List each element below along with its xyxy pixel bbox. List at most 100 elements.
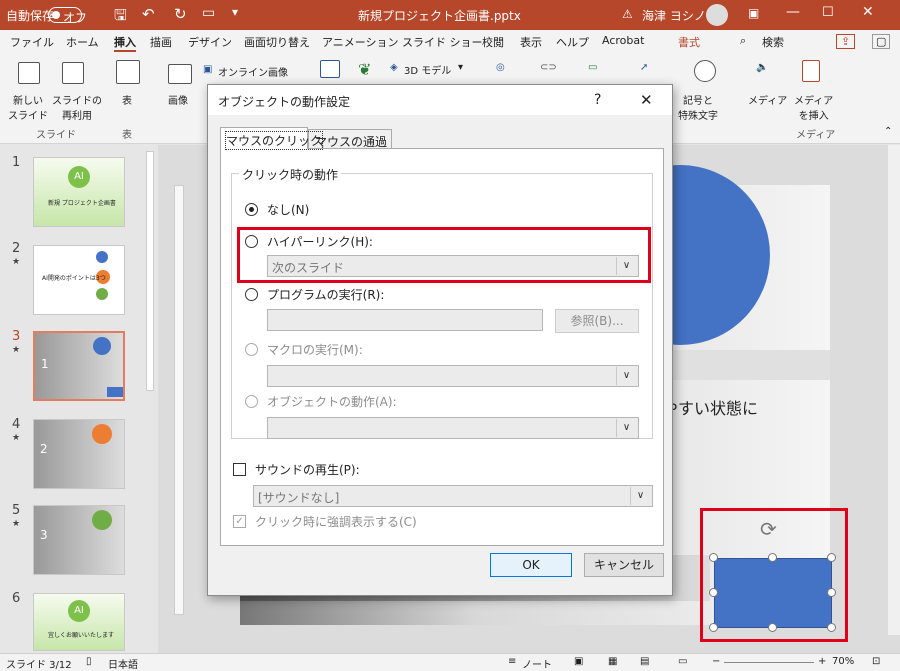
zoom-slider[interactable] [724, 662, 814, 663]
vertical-scrollbar[interactable] [888, 145, 900, 635]
reading-view-icon[interactable]: ▤ [640, 656, 649, 667]
resize-handle[interactable] [768, 623, 777, 632]
new-slide-icon[interactable] [18, 62, 40, 84]
online-image-button[interactable]: オンライン画像 [218, 64, 288, 79]
zoom-out-icon[interactable]: − [712, 656, 720, 667]
highlight-checkbox[interactable]: ✓ [233, 515, 246, 528]
sorter-view-icon[interactable]: ▦ [608, 656, 617, 667]
3d-model-icon[interactable]: ◈ [390, 62, 398, 73]
customize-qat-icon[interactable]: ▾ [232, 5, 238, 19]
action-icon[interactable]: ➚ [640, 62, 648, 73]
object-action-select[interactable]: ∨ [267, 417, 639, 439]
redo-icon[interactable]: ↻ [174, 5, 187, 23]
maximize-icon[interactable]: ☐ [822, 5, 834, 20]
program-path-input[interactable] [267, 309, 543, 331]
slide-thumbnail-1[interactable]: AI 新規 プロジェクト企画書 [33, 157, 125, 227]
sound-checkbox-label[interactable]: サウンドの再生(P): [255, 461, 360, 478]
zoom-in-icon[interactable]: + [818, 656, 826, 667]
comment-add-icon[interactable]: ▭ [588, 62, 597, 73]
tab-mouse-click[interactable]: マウスのクリック [220, 127, 324, 150]
table-button[interactable]: 表 [122, 92, 132, 107]
image-button[interactable]: 画像 [168, 92, 188, 107]
zoom-level[interactable]: 70% [832, 656, 854, 667]
macro-select[interactable]: ∨ [267, 365, 639, 387]
radio-object-action[interactable] [245, 395, 258, 408]
radio-program[interactable] [245, 288, 258, 301]
help-button[interactable]: ? [594, 92, 601, 108]
symbol-button[interactable]: 記号と 特殊文字 [678, 92, 718, 122]
rectangle-shape[interactable] [714, 558, 832, 628]
resize-handle[interactable] [709, 623, 718, 632]
tab-file[interactable]: ファイル [10, 34, 54, 50]
dialog-close-icon[interactable]: ✕ [640, 91, 653, 109]
new-slide-button[interactable]: 新しい スライド [8, 92, 48, 122]
slide-thumbnail-5[interactable]: 3 [33, 505, 125, 575]
sound-checkbox[interactable] [233, 463, 246, 476]
ok-button[interactable]: OK [490, 553, 572, 577]
chevron-down-icon[interactable]: ∨ [616, 419, 636, 437]
tab-draw[interactable]: 描画 [150, 34, 172, 50]
undo-icon[interactable]: ↶ [142, 5, 155, 23]
ribbon-display-icon[interactable]: ▣ [748, 6, 759, 20]
notes-button[interactable]: ノート [522, 656, 552, 671]
media-button[interactable]: メディア [748, 92, 787, 107]
chevron-down-icon[interactable]: ∨ [630, 487, 650, 505]
resize-handle[interactable] [709, 588, 718, 597]
table-icon[interactable] [116, 60, 140, 84]
shapes-icon[interactable] [320, 60, 340, 78]
tab-insert[interactable]: 挿入 [114, 34, 136, 52]
resize-handle[interactable] [768, 553, 777, 562]
radio-object-action-label[interactable]: オブジェクトの動作(A): [267, 393, 397, 410]
slide-thumbnail-2[interactable]: AI開発のポイントは3つ [33, 245, 125, 315]
rotate-handle-icon[interactable]: ⟳ [760, 517, 777, 541]
search-icon[interactable]: ⌕ [740, 34, 746, 48]
image-icon[interactable] [168, 64, 192, 84]
reuse-slide-button[interactable]: スライドの 再利用 [52, 92, 102, 122]
online-image-icon[interactable]: ▣ [203, 64, 212, 75]
tab-format[interactable]: 書式 [678, 34, 700, 50]
thumbnail-scrollbar[interactable] [146, 151, 154, 391]
tab-animations[interactable]: アニメーション [322, 34, 399, 50]
radio-macro-label[interactable]: マクロの実行(M): [267, 341, 363, 358]
tab-acrobat[interactable]: Acrobat [602, 34, 644, 47]
tab-home[interactable]: ホーム [66, 34, 99, 50]
smartart-icon[interactable]: ◎ [496, 62, 505, 73]
slide-thumbnail-6[interactable]: AI 宜しくお願いいたします [33, 593, 125, 651]
tab-review[interactable]: 校閲 [482, 34, 504, 50]
slideshow-icon[interactable]: ▭ [678, 656, 687, 667]
save-icon[interactable]: 🖫 [114, 5, 127, 30]
fit-slide-icon[interactable]: ⊡ [872, 656, 880, 667]
tab-help[interactable]: ヘルプ [556, 34, 589, 50]
language[interactable]: 日本語 [108, 656, 138, 671]
notes-icon[interactable]: ≡ [508, 656, 516, 667]
collapse-ribbon-icon[interactable]: ⌃ [884, 126, 892, 137]
minimize-icon[interactable]: — [786, 4, 800, 20]
share-icon[interactable]: ⇪ [836, 34, 856, 49]
resize-handle[interactable] [827, 623, 836, 632]
speaker-icon[interactable]: 🔈 [756, 62, 768, 73]
normal-view-icon[interactable]: ▣ [574, 656, 583, 667]
chevron-down-icon[interactable]: ∨ [616, 367, 636, 385]
avatar[interactable] [706, 4, 728, 26]
3d-dropdown-icon[interactable]: ▾ [458, 62, 463, 73]
link-icon[interactable]: ⊂⊃ [540, 62, 557, 73]
3d-model-button[interactable]: 3D モデル [404, 62, 451, 77]
slide-thumbnail-3[interactable]: 1 [33, 331, 125, 401]
radio-none[interactable] [245, 203, 258, 216]
autosave-toggle[interactable]: オフ [48, 7, 87, 25]
tab-slideshow[interactable]: スライド ショー [402, 34, 483, 50]
comment-icon[interactable]: ▢ [872, 34, 891, 49]
slide-thumbnail-4[interactable]: 2 [33, 419, 125, 489]
cancel-button[interactable]: キャンセル [584, 553, 664, 577]
radio-program-label[interactable]: プログラムの実行(R): [267, 286, 384, 303]
tab-design[interactable]: デザイン [188, 34, 232, 50]
slide-text[interactable]: やすい状態に [662, 395, 758, 419]
media-insert-icon[interactable] [802, 60, 820, 82]
media-insert-button[interactable]: メディア を挿入 [794, 92, 833, 122]
tab-view[interactable]: 表示 [520, 34, 542, 50]
tab-search[interactable]: 検索 [762, 34, 784, 50]
icons-icon[interactable]: ❦ [358, 60, 371, 79]
tab-transitions[interactable]: 画面切り替え [244, 34, 310, 50]
spellcheck-icon[interactable]: ▯ [86, 656, 92, 667]
radio-macro[interactable] [245, 343, 258, 356]
